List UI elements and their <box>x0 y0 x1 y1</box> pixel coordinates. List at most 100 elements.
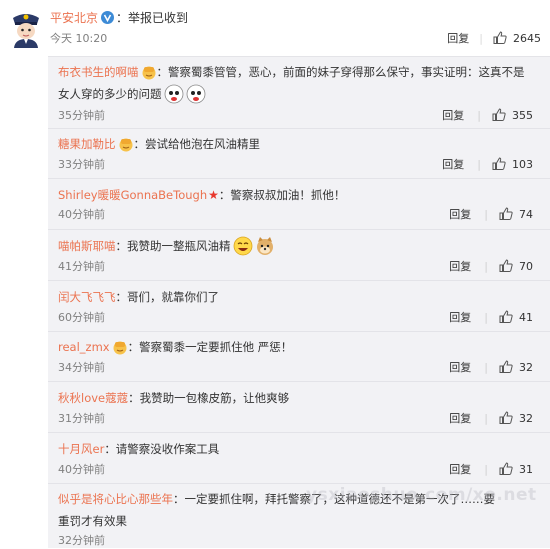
reply-button[interactable]: 回复 <box>449 311 471 324</box>
comment-item: 喵帕斯耶喵：我赞助一整瓶风油精 41分钟前 回复 | 70 <box>48 229 550 281</box>
crying-emoji-icon <box>186 84 205 104</box>
comment-username[interactable]: 糖果加勒比 <box>58 137 116 151</box>
like-count: 41 <box>519 311 533 324</box>
divider: | <box>484 412 488 425</box>
post-line: 平安北京 ：举报已收到 <box>50 9 188 27</box>
divider: | <box>484 311 488 324</box>
star-icon: ★ <box>208 188 219 202</box>
comment-text: 闰大飞飞飞：哥们，就靠你们了 <box>58 286 219 308</box>
fist-emoji-icon <box>142 66 155 80</box>
comment-body: ：请警察没收作案工具 <box>104 442 220 456</box>
comment-text: 糖果加勒比 ：尝试给他泡在风油精里 <box>58 133 260 155</box>
divider: | <box>484 260 488 273</box>
like-count: 103 <box>512 158 533 171</box>
thumbs-up-icon[interactable] <box>499 310 513 323</box>
reply-button[interactable]: 回复 <box>449 361 471 374</box>
reply-button[interactable]: 回复 <box>449 412 471 425</box>
comment-time: 35分钟前 <box>58 109 105 122</box>
comment-actions: 回复 | 70 <box>449 259 533 275</box>
comment-username[interactable]: 喵帕斯耶喵 <box>58 239 116 253</box>
divider: | <box>479 32 483 45</box>
divider: | <box>484 361 488 374</box>
comment-time: 34分钟前 <box>58 361 105 374</box>
comment-body: ：警察叔叔加油！抓他！ <box>218 188 346 202</box>
comment-text: real_zmx ：警察蜀黍一定要抓住他 严惩！ <box>58 336 292 358</box>
post-actions: 回复 | 2645 <box>447 31 541 47</box>
comment-text: 布衣书生的啊喵 ：警察蜀黍管管，恶心，前面的妹子穿得那么保守，事实证明：这真不是女… <box>58 61 528 105</box>
comment-item: 糖果加勒比 ：尝试给他泡在风油精里 33分钟前 回复 | 103 <box>48 128 550 179</box>
comment-username[interactable]: 十月风er <box>58 442 104 456</box>
laughing-emoji-icon <box>233 236 252 256</box>
divider: | <box>477 109 481 122</box>
thumbs-up-icon[interactable] <box>499 411 513 424</box>
thumbs-up-icon[interactable] <box>499 462 513 475</box>
comment-time: 33分钟前 <box>58 158 105 171</box>
post-username[interactable]: 平安北京 <box>50 11 98 25</box>
post-header: 平安北京 ：举报已收到 今天 10:20 回复 | 2645 <box>0 0 550 56</box>
thumbs-up-icon[interactable] <box>499 259 513 272</box>
divider: | <box>484 463 488 476</box>
comment-item: 闰大飞飞飞：哥们，就靠你们了 60分钟前 回复 | 41 <box>48 280 550 332</box>
like-count: 355 <box>512 109 533 122</box>
reply-button[interactable]: 回复 <box>449 208 471 221</box>
comment-text: 秋秋love蔻蔻：我赞助一包橡皮筋，让他爽够 <box>58 387 289 409</box>
thumbs-up-icon[interactable] <box>492 157 506 170</box>
comment-item: real_zmx ：警察蜀黍一定要抓住他 严惩！ 34分钟前 回复 | 32 <box>48 331 550 382</box>
comment-username[interactable]: real_zmx <box>58 340 110 354</box>
crying-emoji-icon <box>164 84 183 104</box>
post-reply-button[interactable]: 回复 <box>447 32 469 45</box>
comment-username[interactable]: Shirley暖暖GonnaBeTough <box>58 188 207 202</box>
comment-body: ：尝试给他泡在风油精里 <box>133 137 261 151</box>
comment-actions: 回复 | 32 <box>449 411 533 427</box>
comment-body: ：哥们，就靠你们了 <box>115 290 220 304</box>
fist-emoji-icon <box>119 138 132 152</box>
police-avatar[interactable] <box>9 8 43 48</box>
comment-username[interactable]: 秋秋love蔻蔻 <box>58 391 128 405</box>
comment-body: ：我赞助一包橡皮筋，让他爽够 <box>128 391 290 405</box>
like-count: 31 <box>519 463 533 476</box>
comment-text: 十月风er：请警察没收作案工具 <box>58 438 219 460</box>
verified-v-icon <box>101 11 115 24</box>
thumbs-up-icon[interactable] <box>493 31 507 44</box>
comment-actions: 回复 | 41 <box>449 310 533 326</box>
doge-emoji-icon <box>256 237 273 255</box>
like-count: 74 <box>519 208 533 221</box>
divider: | <box>477 158 481 171</box>
comment-actions: 回复 | 103 <box>442 157 533 173</box>
like-count: 70 <box>519 260 533 273</box>
reply-button[interactable]: 回复 <box>449 463 471 476</box>
divider: | <box>484 208 488 221</box>
comment-body: ：我赞助一整瓶风油精 <box>115 239 231 253</box>
comment-username[interactable]: 闰大飞飞飞 <box>58 290 116 304</box>
reply-button[interactable]: 回复 <box>442 158 464 171</box>
thumbs-up-icon[interactable] <box>499 207 513 220</box>
comment-item: 布衣书生的啊喵 ：警察蜀黍管管，恶心，前面的妹子穿得那么保守，事实证明：这真不是女… <box>48 57 550 129</box>
comment-actions: 回复 | 31 <box>449 462 533 478</box>
post-text: ：举报已收到 <box>116 11 189 25</box>
like-count: 32 <box>519 361 533 374</box>
reply-button[interactable]: 回复 <box>449 260 471 273</box>
comment-username[interactable]: 布衣书生的啊喵 <box>58 65 139 79</box>
thumbs-up-icon[interactable] <box>499 360 513 373</box>
comment-time: 60分钟前 <box>58 311 105 324</box>
post-time: 今天 10:20 <box>50 32 108 45</box>
comment-actions: 回复 | 74 <box>449 207 533 223</box>
like-count: 32 <box>519 412 533 425</box>
comment-item: Shirley暖暖GonnaBeTough★：警察叔叔加油！抓他！ 40分钟前 … <box>48 178 550 230</box>
watermark: ysxiaoshuo.com/xo.net <box>306 485 537 505</box>
comment-time: 40分钟前 <box>58 463 105 476</box>
fist-emoji-icon <box>113 341 127 355</box>
comment-text: Shirley暖暖GonnaBeTough★：警察叔叔加油！抓他！ <box>58 184 345 206</box>
post-like-count: 2645 <box>513 32 541 45</box>
comment-time: 40分钟前 <box>58 208 105 221</box>
comment-list: 布衣书生的啊喵 ：警察蜀黍管管，恶心，前面的妹子穿得那么保守，事实证明：这真不是女… <box>48 56 550 548</box>
comment-text: 喵帕斯耶喵：我赞助一整瓶风油精 <box>58 235 275 257</box>
comment-time: 41分钟前 <box>58 260 105 273</box>
reply-button[interactable]: 回复 <box>442 109 464 122</box>
comment-actions: 回复 | 32 <box>449 360 533 376</box>
comment-item: 秋秋love蔻蔻：我赞助一包橡皮筋，让他爽够 31分钟前 回复 | 32 <box>48 381 550 433</box>
comment-actions: 回复 | 355 <box>442 108 533 124</box>
thumbs-up-icon[interactable] <box>492 108 506 121</box>
comment-item: 十月风er：请警察没收作案工具 40分钟前 回复 | 31 <box>48 432 550 484</box>
comment-username[interactable]: 似乎是将心比心那些年 <box>58 492 173 506</box>
